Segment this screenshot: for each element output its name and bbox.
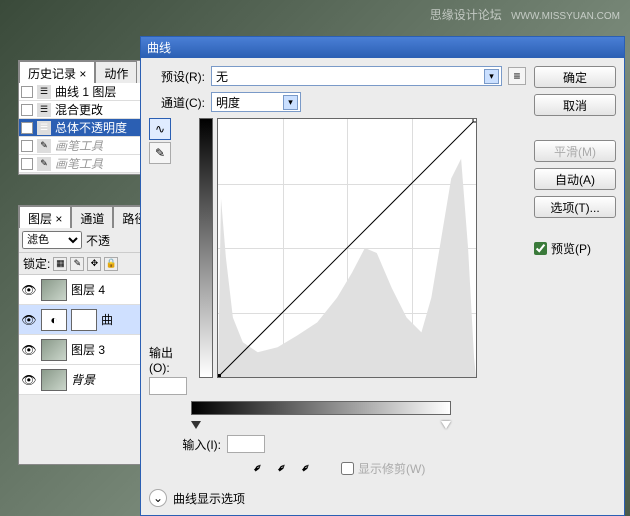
output-label: 输出(O): bbox=[149, 344, 187, 375]
input-slider[interactable] bbox=[191, 421, 451, 429]
eye-icon[interactable]: 👁 bbox=[21, 312, 37, 328]
curve-line bbox=[218, 119, 476, 377]
ok-button[interactable]: 确定 bbox=[534, 66, 616, 88]
tab-layers[interactable]: 图层 × bbox=[19, 206, 71, 228]
options-button[interactable]: 选项(T)... bbox=[534, 196, 616, 218]
input-label: 输入(I): bbox=[149, 436, 221, 453]
disclosure-label: 曲线显示选项 bbox=[173, 490, 245, 507]
input-input[interactable] bbox=[227, 435, 265, 453]
preset-value: 无 bbox=[216, 68, 228, 85]
history-icon: ✎ bbox=[37, 157, 51, 171]
history-icon: ☰ bbox=[37, 121, 51, 135]
layer-thumb[interactable] bbox=[41, 279, 67, 301]
smooth-button: 平滑(M) bbox=[534, 140, 616, 162]
output-input[interactable] bbox=[149, 377, 187, 395]
watermark-url: WWW.MISSYUAN.COM bbox=[511, 11, 620, 22]
curve-point-tool[interactable]: ∿ bbox=[149, 118, 171, 140]
eyedropper-row: ✒ ✒ ✒ 显示修剪(W) bbox=[249, 459, 526, 477]
input-gradient bbox=[191, 401, 451, 415]
eye-icon[interactable]: 👁 bbox=[21, 372, 37, 388]
history-icon: ✎ bbox=[37, 139, 51, 153]
watermark-site: 思缘设计论坛 bbox=[430, 8, 502, 22]
gray-eyedropper-icon[interactable]: ✒ bbox=[269, 455, 294, 480]
disclosure-icon[interactable]: ⌄ bbox=[149, 489, 167, 507]
history-icon: ☰ bbox=[37, 85, 51, 99]
preset-menu-icon[interactable]: ≡ bbox=[508, 67, 526, 85]
channel-row: 通道(C): 明度 ▾ bbox=[149, 92, 526, 112]
chevron-down-icon: ▾ bbox=[283, 95, 298, 110]
preview-checkbox[interactable]: 预览(P) bbox=[534, 240, 616, 257]
preset-dropdown[interactable]: 无 ▾ bbox=[211, 66, 502, 86]
dialog-body: 预设(R): 无 ▾ ≡ 通道(C): 明度 ▾ ∿ ✎ bbox=[141, 58, 624, 515]
black-eyedropper-icon[interactable]: ✒ bbox=[245, 455, 270, 480]
chevron-down-icon: ▾ bbox=[484, 69, 499, 84]
white-eyedropper-icon[interactable]: ✒ bbox=[293, 455, 318, 480]
eye-icon[interactable]: 👁 bbox=[21, 342, 37, 358]
black-point-slider[interactable] bbox=[191, 421, 201, 429]
history-check[interactable] bbox=[21, 104, 33, 116]
channel-value: 明度 bbox=[216, 94, 240, 111]
disclosure-row[interactable]: ⌄ 曲线显示选项 bbox=[149, 489, 526, 507]
lock-move-icon[interactable]: ✥ bbox=[87, 257, 101, 271]
history-check[interactable] bbox=[21, 86, 33, 98]
history-check[interactable] bbox=[21, 158, 33, 170]
lock-transparency-icon[interactable]: ▦ bbox=[53, 257, 67, 271]
layer-thumb[interactable] bbox=[41, 369, 67, 391]
dialog-right: 确定 取消 平滑(M) 自动(A) 选项(T)... 预览(P) bbox=[534, 66, 616, 507]
preset-label: 预设(R): bbox=[149, 68, 205, 85]
dialog-left: 预设(R): 无 ▾ ≡ 通道(C): 明度 ▾ ∿ ✎ bbox=[149, 66, 526, 507]
lock-paint-icon[interactable]: ✎ bbox=[70, 257, 84, 271]
white-point-slider[interactable] bbox=[441, 421, 451, 429]
channel-label: 通道(C): bbox=[149, 94, 205, 111]
opacity-label: 不透 bbox=[86, 232, 110, 249]
input-row: 输入(I): bbox=[149, 435, 526, 453]
lock-label: 锁定: bbox=[23, 255, 50, 272]
curve-pencil-tool[interactable]: ✎ bbox=[149, 142, 171, 164]
preset-row: 预设(R): 无 ▾ ≡ bbox=[149, 66, 526, 86]
adjustment-thumb[interactable]: ◐ bbox=[41, 309, 67, 331]
mask-thumb[interactable] bbox=[71, 309, 97, 331]
tab-actions[interactable]: 动作 bbox=[95, 61, 137, 83]
channel-dropdown[interactable]: 明度 ▾ bbox=[211, 92, 301, 112]
tab-history[interactable]: 历史记录 × bbox=[19, 61, 95, 83]
curve-grid[interactable] bbox=[217, 118, 477, 378]
dialog-titlebar[interactable]: 曲线 bbox=[141, 37, 624, 58]
blendmode-select[interactable]: 滤色 bbox=[22, 231, 82, 249]
curve-tools: ∿ ✎ bbox=[149, 118, 171, 164]
history-icon: ☰ bbox=[37, 103, 51, 117]
preview-input[interactable] bbox=[534, 242, 547, 255]
output-gradient bbox=[199, 118, 213, 378]
eye-icon[interactable]: 👁 bbox=[21, 282, 37, 298]
tab-channels[interactable]: 通道 bbox=[71, 206, 113, 228]
curves-dialog: 曲线 预设(R): 无 ▾ ≡ 通道(C): 明度 ▾ ∿ bbox=[140, 36, 625, 516]
show-clipping-checkbox[interactable]: 显示修剪(W) bbox=[341, 460, 425, 477]
auto-button[interactable]: 自动(A) bbox=[534, 168, 616, 190]
curve-area: ∿ ✎ bbox=[149, 118, 526, 378]
watermark: 思缘设计论坛 WWW.MISSYUAN.COM bbox=[430, 6, 620, 23]
history-check[interactable] bbox=[21, 122, 33, 134]
show-clip-input[interactable] bbox=[341, 462, 354, 475]
layer-thumb[interactable] bbox=[41, 339, 67, 361]
lock-all-icon[interactable]: 🔒 bbox=[104, 257, 118, 271]
history-check[interactable] bbox=[21, 140, 33, 152]
cancel-button[interactable]: 取消 bbox=[534, 94, 616, 116]
dialog-title: 曲线 bbox=[147, 39, 171, 56]
